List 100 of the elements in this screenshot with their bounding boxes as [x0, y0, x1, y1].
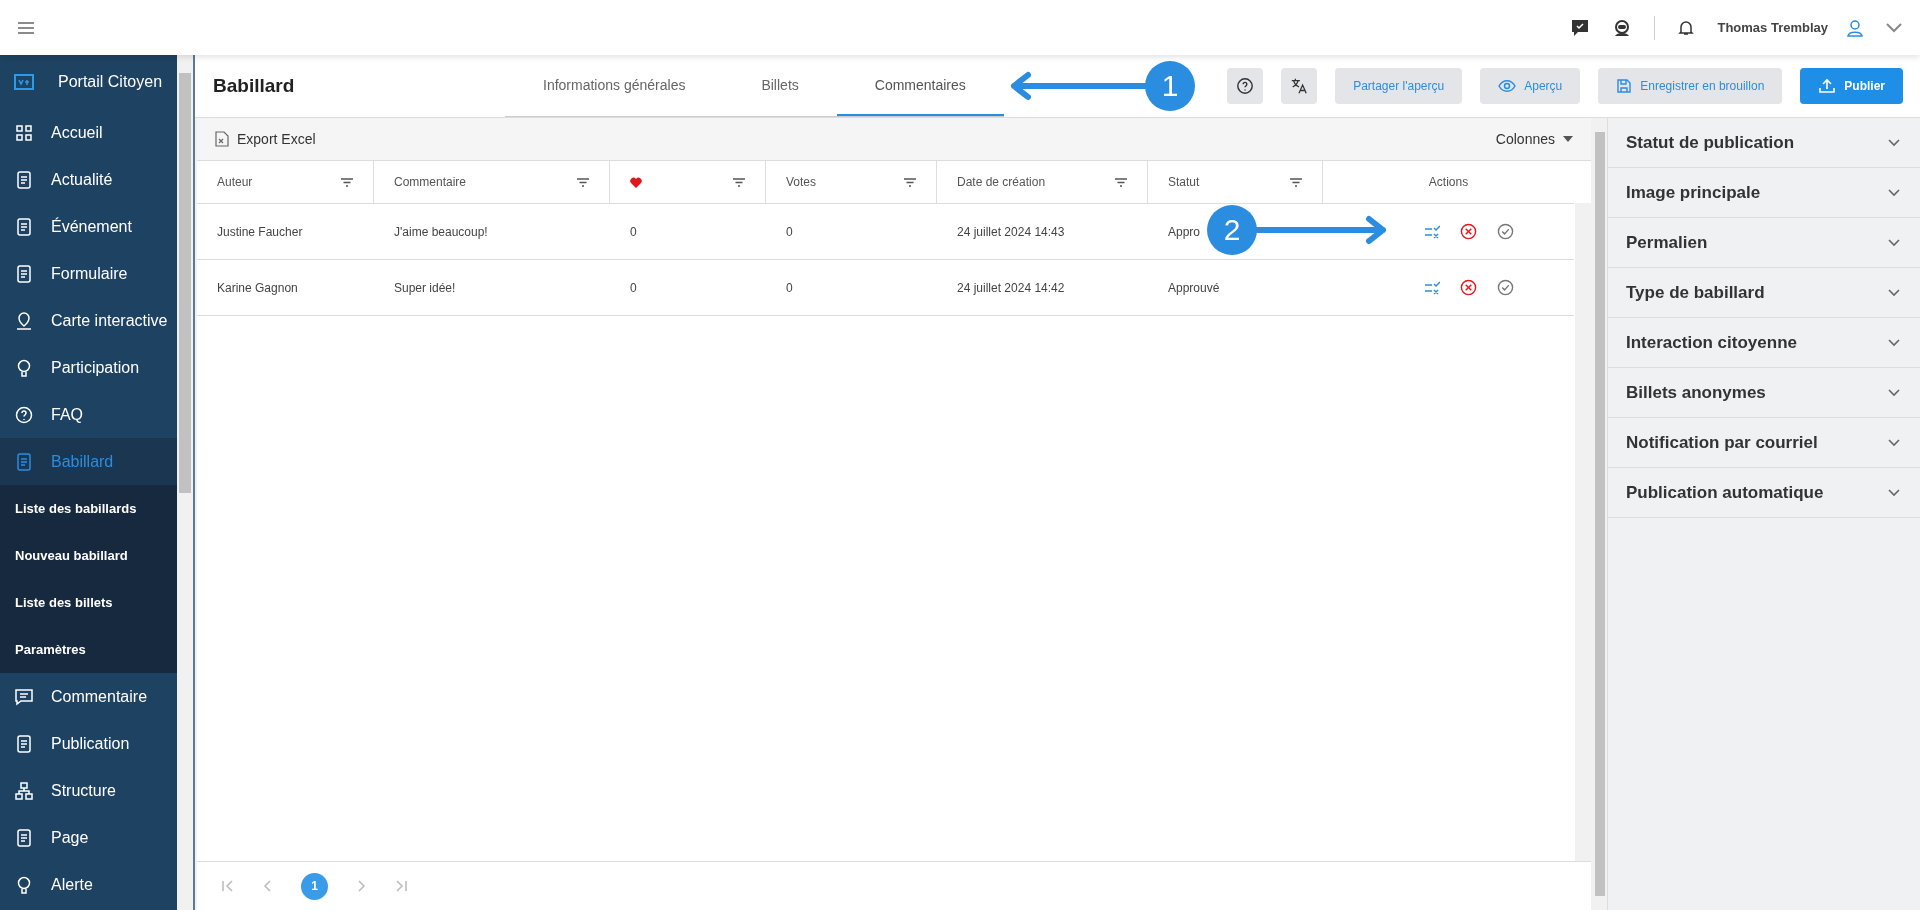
caret-icon [1563, 136, 1573, 142]
excel-file-icon [215, 131, 229, 147]
column-header[interactable]: Auteur [197, 161, 374, 203]
help-button[interactable] [1227, 68, 1264, 104]
reject-icon[interactable] [1459, 223, 1477, 240]
sidebar-item[interactable]: Formulaire [0, 250, 177, 297]
callout-number: 2 [1207, 205, 1257, 255]
nav-icon [14, 122, 34, 143]
filter-icon[interactable] [904, 177, 916, 187]
sidebar-item[interactable]: Babillard [0, 438, 177, 485]
filter-icon[interactable] [1115, 177, 1127, 187]
reject-list-icon[interactable] [1423, 280, 1440, 295]
column-header[interactable]: Actions [1323, 161, 1574, 203]
nav-icon [14, 216, 34, 237]
submenu-item[interactable]: Liste des babillards [0, 485, 177, 532]
chevron-icon [1888, 188, 1900, 197]
chevron-icon [1888, 238, 1900, 247]
table-cell: 24 juillet 2024 14:42 [957, 280, 1065, 295]
chat-icon[interactable] [1570, 17, 1591, 38]
nav-icon [14, 780, 34, 801]
sidebar-item[interactable]: Actualité [0, 156, 177, 203]
chevron-icon [1888, 488, 1900, 497]
page-title: Babillard [213, 75, 296, 97]
table-cell: Appro [1168, 224, 1201, 239]
sidebar-item[interactable]: Portail Citoyen [0, 55, 177, 109]
chevron-down-icon[interactable] [1886, 22, 1902, 33]
table-cell: Super idée! [394, 280, 456, 295]
accordion-section[interactable]: Billets anonymes [1608, 368, 1920, 418]
save-icon [1616, 78, 1633, 94]
heart-icon [630, 176, 642, 188]
sidebar-item[interactable]: Structure [0, 767, 177, 814]
sidebar-item[interactable]: FAQ [0, 391, 177, 438]
filter-icon[interactable] [577, 177, 589, 187]
user-icon[interactable] [1846, 18, 1864, 37]
menu-icon[interactable] [18, 21, 34, 34]
sidebar-item[interactable]: Carte interactive [0, 297, 177, 344]
approve-icon[interactable] [1496, 279, 1514, 296]
accordion-section[interactable]: Image principale [1608, 168, 1920, 218]
sidebar-item[interactable]: Participation [0, 344, 177, 391]
scrollbar[interactable] [1575, 203, 1591, 861]
table-cell: 0 [786, 280, 793, 295]
upload-icon [1818, 78, 1837, 94]
scrollbar[interactable] [177, 55, 193, 910]
bell-icon[interactable] [1677, 18, 1696, 37]
chevron-icon [1888, 338, 1900, 347]
column-header[interactable]: Commentaire [374, 161, 610, 203]
tab[interactable]: Billets [723, 55, 837, 116]
tab[interactable]: Commentaires [836, 55, 1004, 116]
accordion-section[interactable]: Type de babillard [1608, 268, 1920, 318]
reject-list-icon[interactable] [1423, 224, 1440, 239]
approve-icon[interactable] [1496, 223, 1514, 240]
help-icon [1236, 77, 1255, 95]
eye-icon [1498, 79, 1517, 93]
table-cell: J'aime beaucoup! [394, 224, 488, 239]
accordion-section[interactable]: Permalien [1608, 218, 1920, 268]
reject-icon[interactable] [1459, 279, 1477, 296]
submenu-item[interactable]: Liste des billets [0, 579, 177, 626]
filter-icon[interactable] [341, 177, 353, 187]
filter-icon[interactable] [1290, 177, 1302, 187]
sidebar-item[interactable]: Alerte [0, 861, 177, 908]
callout-number: 1 [1145, 61, 1195, 111]
translate-button[interactable] [1281, 68, 1318, 104]
table-cell: 0 [630, 280, 637, 295]
table-cell: Justine Faucher [217, 224, 303, 239]
columns-dropdown[interactable]: Colonnes [1489, 130, 1579, 148]
user-name[interactable]: Thomas Tremblay [1717, 20, 1828, 35]
translate-icon [1290, 77, 1309, 95]
submenu-item[interactable]: Paramètres [0, 626, 177, 673]
submenu-item[interactable]: Nouveau babillard [0, 532, 177, 579]
chevron-icon [1888, 438, 1900, 447]
column-header[interactable]: Statut [1148, 161, 1323, 203]
sidebar-item[interactable]: Page [0, 814, 177, 861]
sidebar-item[interactable]: Commentaire [0, 673, 177, 720]
tab[interactable]: Informations générales [505, 55, 724, 116]
nav-icon [14, 169, 34, 190]
accordion-section[interactable]: Notification par courriel [1608, 418, 1920, 468]
nav-icon [14, 310, 34, 331]
sidebar-item[interactable]: Publication [0, 720, 177, 767]
table-cell: 24 juillet 2024 14:43 [957, 224, 1065, 239]
column-header[interactable]: Date de création [937, 161, 1148, 203]
accordion-section[interactable]: Statut de publication [1608, 118, 1920, 168]
filter-icon[interactable] [733, 177, 745, 187]
nav-icon [14, 733, 34, 754]
nav-icon [14, 686, 34, 707]
export-button[interactable]: Export Excel [209, 130, 322, 148]
sidebar-item[interactable]: Accueil [0, 109, 177, 156]
column-header[interactable]: Votes [766, 161, 937, 203]
chevron-icon [1888, 388, 1900, 397]
table-cell: 0 [630, 224, 637, 239]
accordion-section[interactable]: Publication automatique [1608, 468, 1920, 518]
nav-icon [14, 451, 34, 472]
chevron-icon [1888, 138, 1900, 147]
table-cell: Karine Gagnon [217, 280, 298, 295]
table-cell: Approuvé [1168, 280, 1220, 295]
accordion-section[interactable]: Interaction citoyenne [1608, 318, 1920, 368]
nav-icon [14, 263, 34, 284]
nav-icon [14, 827, 34, 848]
table-cell: 0 [786, 224, 793, 239]
chevron-icon [1888, 288, 1900, 297]
sidebar-item[interactable]: Événement [0, 203, 177, 250]
